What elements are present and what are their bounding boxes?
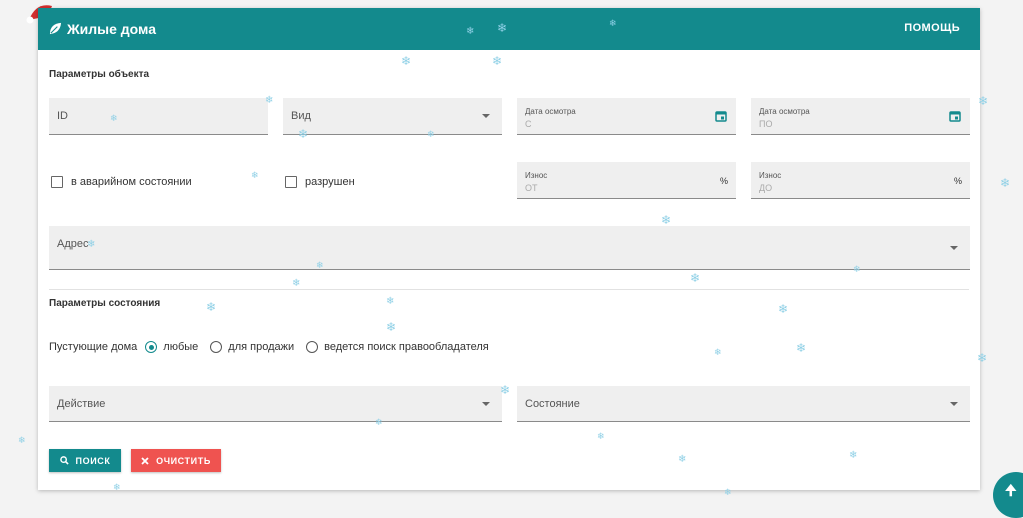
percent-unit: % [953, 176, 962, 186]
wear-from-field[interactable]: Износ ОТ % [517, 162, 736, 199]
snowflake-icon: ❄ [497, 21, 508, 35]
snowflake-icon: ❄ [724, 487, 732, 497]
snowflake-icon: ❄ [110, 113, 118, 123]
arrow-up-icon: 🠉 [1005, 482, 1017, 498]
address-select[interactable]: Адрес [49, 226, 970, 270]
id-field-label: ID [57, 110, 68, 122]
snowflake-icon: ❄ [690, 271, 701, 285]
percent-unit: % [719, 176, 728, 186]
page-title: Жилые дома [67, 21, 156, 37]
wear-from-placeholder: ОТ [525, 183, 538, 193]
snowflake-icon: ❄ [251, 170, 259, 180]
wear-to-placeholder: ДО [759, 183, 773, 193]
chevron-down-icon [482, 401, 490, 406]
action-select-label: Действие [57, 398, 106, 410]
search-button-label: ПОИСК [75, 455, 111, 466]
snowflake-icon: ❄ [1000, 176, 1011, 190]
vacant-houses-label: Пустующие дома [49, 341, 138, 353]
vacant-houses-group: Пустующие дома любые для продажи ведется… [49, 341, 493, 353]
snowflake-icon: ❄ [316, 260, 324, 270]
emergency-checkbox-label: в аварийном состоянии [71, 176, 192, 188]
snowflake-icon: ❄ [18, 435, 26, 445]
scroll-to-top-button[interactable]: 🠉 [993, 472, 1023, 518]
snowflake-icon: ❄ [609, 18, 617, 28]
snowflake-icon: ❄ [714, 347, 722, 357]
snowflake-icon: ❄ [206, 300, 217, 314]
chevron-down-icon [482, 114, 490, 118]
snowflake-icon: ❄ [298, 127, 309, 141]
snowflake-icon: ❄ [427, 129, 435, 139]
snowflake-icon: ❄ [796, 341, 807, 355]
snowflake-icon: ❄ [597, 431, 605, 441]
vacant-option-any[interactable]: любые [137, 341, 198, 353]
calendar-icon[interactable] [949, 110, 961, 122]
type-select-label: Вид [291, 110, 311, 122]
vacant-option-for-sale-label: для продажи [228, 341, 295, 353]
chevron-down-icon [950, 245, 958, 250]
snowflake-icon: ❄ [678, 454, 687, 465]
action-select[interactable]: Действие [49, 386, 502, 422]
vacant-option-owner-search[interactable]: ведется поиск правообладателя [298, 341, 489, 353]
snowflake-icon: ❄ [661, 213, 672, 227]
address-label: Адрес [57, 238, 89, 250]
snowflake-icon: ❄ [492, 54, 503, 68]
section-title-object: Параметры объекта [49, 69, 150, 80]
wear-from-label: Износ [525, 171, 548, 180]
emergency-checkbox[interactable] [51, 176, 63, 188]
state-select-label: Состояние [525, 398, 580, 410]
chevron-down-icon [950, 401, 958, 406]
radio-any[interactable] [145, 341, 158, 353]
help-link[interactable]: ПОМОЩЬ [904, 22, 960, 34]
state-select[interactable]: Состояние [517, 386, 970, 422]
snowflake-icon: ❄ [292, 278, 301, 289]
inspection-date-to[interactable]: Дата осмотра ПО [751, 98, 970, 135]
panel-header: Жилые дома ПОМОЩЬ [38, 8, 980, 50]
inspection-from-placeholder: С [525, 119, 532, 129]
snowflake-icon: ❄ [977, 351, 988, 365]
filter-panel: Жилые дома ПОМОЩЬ Параметры объекта ID В… [38, 8, 980, 490]
radio-for-sale[interactable] [210, 341, 223, 353]
snowflake-icon: ❄ [401, 54, 412, 68]
inspection-date-from[interactable]: Дата осмотра С [517, 98, 736, 135]
wear-to-label: Износ [759, 171, 782, 180]
destroyed-checkbox-row[interactable]: разрушен [285, 176, 355, 188]
vacant-option-any-label: любые [163, 341, 199, 353]
snowflake-icon: ❄ [265, 95, 274, 106]
snowflake-icon: ❄ [87, 239, 96, 250]
section-title-state: Параметры состояния [49, 298, 161, 309]
leaf-icon [49, 22, 62, 35]
inspection-to-placeholder: ПО [759, 119, 773, 129]
id-field[interactable]: ID [49, 98, 268, 135]
snowflake-icon: ❄ [500, 383, 511, 397]
snowflake-icon: ❄ [386, 320, 397, 334]
inspection-to-label: Дата осмотра [759, 107, 810, 116]
search-icon [59, 456, 69, 465]
section-divider [49, 289, 969, 290]
snowflake-icon: ❄ [853, 264, 861, 274]
snowflake-icon: ❄ [466, 26, 475, 37]
snowflake-icon: ❄ [375, 417, 383, 427]
snowflake-icon: ❄ [386, 296, 395, 307]
inspection-from-label: Дата осмотра [525, 107, 576, 116]
search-button[interactable]: ПОИСК [49, 449, 121, 472]
vacant-option-for-sale[interactable]: для продажи [202, 341, 294, 353]
snowflake-icon: ❄ [849, 450, 858, 461]
type-select[interactable]: Вид [283, 98, 502, 135]
clear-button[interactable]: ОЧИСТИТЬ [131, 449, 221, 472]
vacant-option-owner-search-label: ведется поиск правообладателя [324, 341, 489, 353]
destroyed-checkbox-label: разрушен [305, 176, 355, 188]
emergency-checkbox-row[interactable]: в аварийном состоянии [51, 176, 192, 188]
snowflake-icon: ❄ [778, 302, 789, 316]
wear-to-field[interactable]: Износ ДО % [751, 162, 970, 199]
snowflake-icon: ❄ [978, 94, 989, 108]
snowflake-icon: ❄ [113, 482, 121, 492]
calendar-icon[interactable] [715, 110, 727, 122]
destroyed-checkbox[interactable] [285, 176, 297, 188]
clear-button-label: ОЧИСТИТЬ [156, 455, 211, 466]
radio-owner-search[interactable] [306, 341, 319, 353]
close-icon [141, 456, 149, 465]
